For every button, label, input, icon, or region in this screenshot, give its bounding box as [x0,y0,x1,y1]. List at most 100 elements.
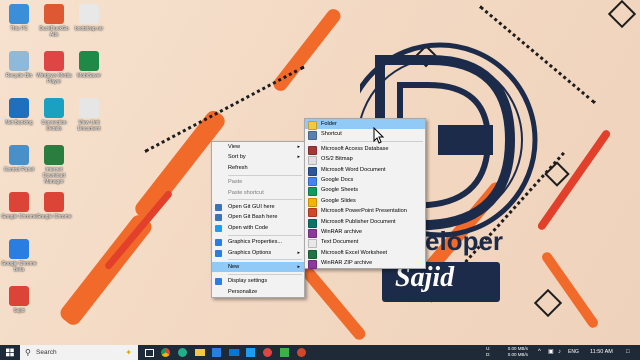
desktop-icon[interactable]: bootstrap.rar [70,4,108,32]
new-submenu-item-label: Google Sheets [321,187,359,194]
desktop-icon[interactable]: Internet Download Manager [35,145,73,185]
context-menu-item-label: Refresh [228,164,248,171]
desktop-icon[interactable]: Windows Media Player [35,51,73,85]
wallpaper-stripe [270,6,344,94]
desktop-icon-label: Control Panel [3,167,35,173]
new-submenu-item-label: WinRAR archive [321,228,363,235]
new-submenu-item[interactable]: OS/2 Bitmap [305,154,425,166]
context-menu-item[interactable]: Graphics Properties... [212,237,304,247]
taskbar-search-box[interactable]: ⚲ Search ✦ [20,345,138,360]
mail-taskbar-icon[interactable] [228,345,240,360]
new-submenu-item[interactable]: Google Slides [305,196,425,207]
desktop-icon-image [79,51,99,71]
vscode-taskbar-icon[interactable] [245,345,257,360]
context-menu-item-label: Graphics Options [228,249,272,256]
desktop-icon-image [9,98,29,118]
net-up-label: U: [486,346,491,351]
context-menu-item[interactable]: View ▸ [212,142,304,152]
context-menu-item[interactable]: New ▸ [212,261,304,273]
notifications-icon[interactable]: □ [626,345,638,360]
volume-icon[interactable]: ♪ [558,345,566,360]
wallpaper-square [607,0,637,29]
new-submenu-item[interactable]: Microsoft Access Database [305,144,425,155]
new-submenu-item[interactable]: Shortcut [305,129,425,141]
new-submenu-item[interactable]: Google Docs [305,175,425,186]
new-submenu-item[interactable]: Text Document [305,237,425,249]
network-icon[interactable]: ▣ [548,345,556,360]
desktop-icon[interactable]: Control Panel [0,145,38,173]
menu-item-icon [215,249,222,257]
submenu-arrow-icon: ▸ [297,144,300,150]
context-menu-item[interactable]: Personalize [212,287,304,297]
new-submenu-item-label: Shortcut [321,131,342,138]
desktop-icon-image [9,192,29,212]
context-menu-item-label: Paste [228,179,243,186]
new-submenu-item[interactable]: Microsoft Word Document [305,165,425,176]
context-menu-item[interactable]: Paste shortcut [212,188,304,198]
new-submenu-item[interactable]: Microsoft Publisher Document [305,217,425,228]
new-submenu-item[interactable]: Microsoft Excel Worksheet [305,248,425,259]
context-menu-item[interactable]: Open Git Bash here [212,212,304,222]
wallpaper-stripe [294,257,368,343]
context-menu-item[interactable]: Display settings [212,276,304,286]
desktop-icon[interactable]: MobiSaver [70,51,108,79]
desktop-icon[interactable]: View Unit Document [70,98,108,132]
desktop-wallpaper[interactable]: eloper Sajid This PC Recycle Bin Net Banki… [0,0,640,345]
desktop-icon[interactable]: Google Chrome Beta [0,239,38,273]
desktop-icon[interactable]: Sajid [0,286,38,314]
new-submenu-item-label: Microsoft PowerPoint Presentation [321,208,407,215]
context-menu-item[interactable]: Paste [212,177,304,187]
desktop-icon-image [44,4,64,24]
desktop-icon-image [9,239,29,259]
new-submenu: Folder Shortcut Microsoft Access Database O… [304,118,426,270]
desktop-icon[interactable]: This PC [0,4,38,32]
menu-separator [228,259,302,261]
tray-chevron-icon[interactable]: ^ [538,345,546,360]
desktop-icon-image [9,51,29,71]
context-menu-item[interactable]: Open Git GUI here [212,202,304,212]
context-menu-item[interactable]: Refresh [212,163,304,173]
submenu-arrow-icon: ▸ [297,154,300,161]
desktop-icon[interactable]: Recycle Bin [0,51,38,79]
app-taskbar-icon[interactable] [262,345,274,360]
context-menu-item[interactable]: Open with Code [212,223,304,233]
context-menu-item[interactable]: Sort by ▸ [212,152,304,162]
new-submenu-item-label: OS/2 Bitmap [321,156,353,163]
desktop-icon-label: Recycle Bin [5,73,33,79]
desktop-icon-label: Google Chrome [1,214,37,220]
edge-taskbar-icon[interactable] [177,345,189,360]
desktop-icon[interactable]: Google Chrome [0,192,38,220]
desktop-icon[interactable]: Connection Details [35,98,73,132]
desktop-icon[interactable]: Net Banking [0,98,38,126]
context-menu-item-label: Display settings [228,278,268,285]
new-submenu-item[interactable]: WinRAR archive [305,227,425,238]
new-submenu-item[interactable]: WinRAR ZIP archive [305,258,425,270]
new-submenu-item-label: Text Document [321,239,359,246]
clock[interactable]: 11:50 AM [590,345,622,360]
new-submenu-item[interactable]: Google Sheets [305,185,425,197]
shortcut-icon [308,131,317,141]
store-taskbar-icon[interactable] [211,345,223,360]
menu-separator [228,234,302,236]
context-menu-item-label: Graphics Properties... [228,239,283,246]
desktop-icon[interactable]: Google Chrome [35,192,73,220]
desktop-icon-image [9,145,29,165]
menu-item-icon [215,278,222,286]
app-taskbar-icon[interactable] [279,345,291,360]
app-taskbar-icon[interactable] [296,345,308,360]
new-submenu-item[interactable]: Microsoft PowerPoint Presentation [305,206,425,218]
start-button[interactable] [2,345,18,360]
new-submenu-item[interactable]: Folder [305,119,425,130]
task-view-icon[interactable] [143,345,155,360]
search-icon: ⚲ [25,348,31,357]
desktop-icon[interactable]: DuckDuckGo Ads [35,4,73,38]
menu-item-icon [215,203,222,211]
context-menu-item[interactable]: Graphics Options ▸ [212,248,304,258]
file-explorer-taskbar-icon[interactable] [194,345,206,360]
desktop-icon-label: Sajid [13,308,25,314]
menu-separator [228,273,302,275]
desktop-context-menu: View ▸ Sort by ▸ Refresh Paste Paste shortcut O… [211,141,305,299]
chrome-taskbar-icon[interactable] [160,345,172,360]
new-submenu-item-label: Google Slides [321,197,356,204]
language-indicator[interactable]: ENG [568,345,586,360]
